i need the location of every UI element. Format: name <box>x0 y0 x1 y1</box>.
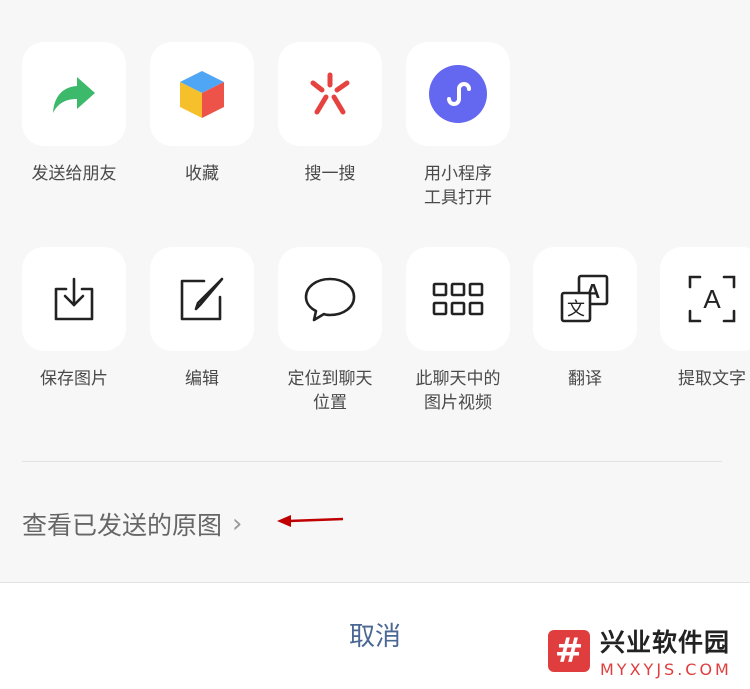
divider <box>22 461 722 462</box>
edit-icon <box>180 277 224 321</box>
share-arrow-icon <box>53 77 95 113</box>
grid-icon <box>432 282 484 316</box>
chevron-right-icon: › <box>232 509 243 539</box>
favorite-item[interactable]: 收藏 <box>150 42 254 186</box>
save-image-tile[interactable] <box>22 247 126 351</box>
favorite-label: 收藏 <box>185 164 219 184</box>
edit-item[interactable]: 编辑 <box>150 247 254 391</box>
chat-media-label: 此聊天中的 图片视频 <box>415 369 501 413</box>
watermark: # 兴业软件园 MYXYJS.COM <box>534 613 750 688</box>
watermark-text: 兴业软件园 MYXYJS.COM <box>600 623 732 679</box>
chat-media-tile[interactable] <box>406 247 510 351</box>
translate-icon: A 文 <box>560 274 609 323</box>
send-to-friend-label: 发送给朋友 <box>31 164 117 184</box>
extract-text-tile[interactable]: A <box>660 247 750 351</box>
favorite-tile[interactable] <box>150 42 254 146</box>
translate-label: 翻译 <box>568 369 602 389</box>
watermark-logo: # <box>548 629 590 672</box>
search-item[interactable]: 搜一搜 <box>278 42 382 186</box>
watermark-url: MYXYJS.COM <box>600 659 732 679</box>
red-arrow-annotation <box>277 515 344 527</box>
send-to-friend-tile[interactable] <box>22 42 126 146</box>
extract-text-icon: A <box>688 275 736 323</box>
chat-media-item[interactable]: 此聊天中的 图片视频 <box>406 247 510 415</box>
view-original-label: 查看已发送的原图 <box>22 511 223 540</box>
save-image-label: 保存图片 <box>40 369 108 389</box>
watermark-title: 兴业软件园 <box>600 627 731 657</box>
mini-program-icon <box>429 65 487 123</box>
open-mini-program-tile[interactable] <box>406 42 510 146</box>
extract-text-label: 提取文字 <box>678 369 746 389</box>
svg-text:A: A <box>703 284 721 314</box>
search-search-icon <box>310 72 350 115</box>
locate-in-chat-tile[interactable] <box>278 247 382 351</box>
edit-tile[interactable] <box>150 247 254 351</box>
open-mini-program-item[interactable]: 用小程序 工具打开 <box>406 42 510 210</box>
chat-bubble-icon <box>304 277 356 322</box>
open-mini-program-label: 用小程序 工具打开 <box>424 164 492 208</box>
view-original-link[interactable]: 查看已发送的原图 › <box>22 506 242 542</box>
translate-item[interactable]: A 文 翻译 <box>533 247 637 391</box>
translate-tile[interactable]: A 文 <box>533 247 637 351</box>
locate-in-chat-label: 定位到聊天 位置 <box>287 369 373 413</box>
send-to-friend-item[interactable]: 发送给朋友 <box>22 42 126 186</box>
edit-label: 编辑 <box>185 369 219 389</box>
extract-text-item[interactable]: A 提取文字 <box>660 247 750 391</box>
search-tile[interactable] <box>278 42 382 146</box>
svg-text:文: 文 <box>567 299 585 320</box>
favorite-cube-icon <box>180 71 224 118</box>
locate-in-chat-item[interactable]: 定位到聊天 位置 <box>278 247 382 415</box>
save-download-icon <box>54 277 94 321</box>
save-image-item[interactable]: 保存图片 <box>22 247 126 391</box>
search-label: 搜一搜 <box>304 164 356 184</box>
